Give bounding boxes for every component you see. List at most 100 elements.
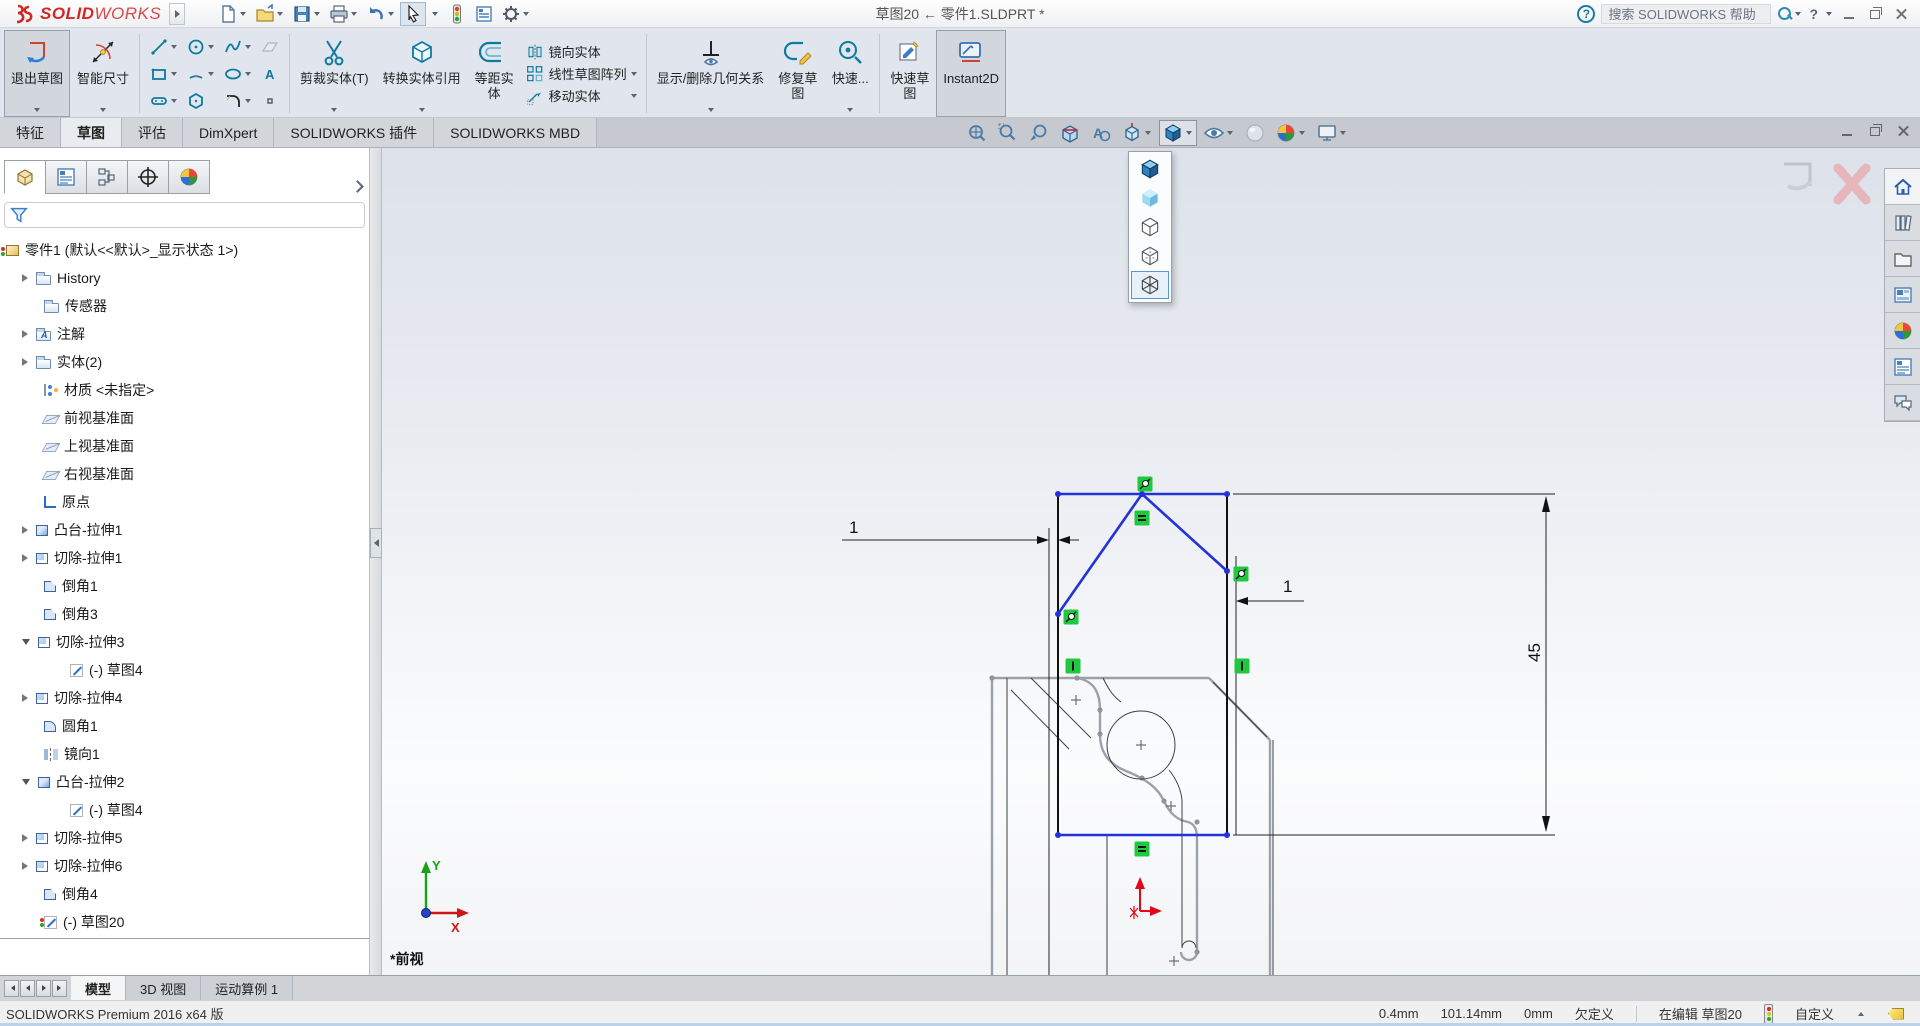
apply-scene-button[interactable] <box>1272 120 1310 146</box>
doc-minimize-button[interactable] <box>1838 123 1858 139</box>
panel-collapse-button[interactable] <box>370 528 382 558</box>
instant2d-button[interactable]: Instant2D <box>936 30 1006 117</box>
relation-tangent-icon[interactable] <box>1063 609 1079 625</box>
view-settings-button[interactable] <box>1313 120 1351 146</box>
taskpane-design-library-tab[interactable] <box>1885 205 1920 241</box>
tree-item-sketch4[interactable]: (-) 草图4 <box>0 656 369 684</box>
display-style-button[interactable] <box>1159 120 1197 146</box>
tab-featuremanager[interactable] <box>4 160 46 194</box>
tree-root-part[interactable]: 零件1 (默认<<默认>_显示状态 1>) <box>0 236 369 264</box>
zoom-to-fit-button[interactable] <box>963 120 991 146</box>
line-tool[interactable] <box>147 34 182 60</box>
last-tab-button[interactable] <box>52 979 67 997</box>
taskpane-custom-properties-tab[interactable] <box>1885 349 1920 385</box>
tab-mbd[interactable]: SOLIDWORKS MBD <box>434 118 598 147</box>
expand-arrow-icon[interactable] <box>22 274 28 282</box>
save-button[interactable] <box>289 2 325 26</box>
menu-flyout-button[interactable] <box>169 2 186 25</box>
units-selector[interactable]: 自定义 <box>1795 1004 1834 1023</box>
tree-item-material[interactable]: 材质 <未指定> <box>0 376 369 404</box>
text-tool[interactable] <box>258 61 282 87</box>
tree-item-history[interactable]: History <box>0 264 369 292</box>
search-input[interactable]: 搜索 SOLIDWORKS 帮助 <box>1601 3 1772 24</box>
circle-tool[interactable] <box>184 34 219 60</box>
restore-button[interactable] <box>1866 6 1886 22</box>
taskpane-home-tab[interactable] <box>1885 169 1920 205</box>
tree-item-solid-bodies[interactable]: 实体(2) <box>0 348 369 376</box>
mirror-entities-button[interactable]: 镜向实体 <box>525 42 639 62</box>
tree-item-sensors[interactable]: 传感器 <box>0 292 369 320</box>
tree-item-cut-extrude6[interactable]: 切除-拉伸6 <box>0 852 369 880</box>
tab-addins[interactable]: SOLIDWORKS 插件 <box>274 118 435 147</box>
close-button[interactable] <box>1892 6 1912 22</box>
rectangle-tool[interactable] <box>147 61 182 87</box>
sketch-fillet-tool[interactable] <box>221 88 256 114</box>
new-document-button[interactable] <box>215 2 251 26</box>
relation-vertical-icon[interactable] <box>1065 658 1081 674</box>
quick-snaps-button[interactable]: 快速... <box>824 30 876 117</box>
tree-item-mirror1[interactable]: 镜向1 <box>0 740 369 768</box>
tree-item-cut-extrude3[interactable]: 切除-拉伸3 <box>0 628 369 656</box>
tab-displaymanager[interactable] <box>168 160 210 194</box>
tab-configurationmanager[interactable] <box>86 160 128 194</box>
ellipse-tool[interactable] <box>221 61 256 87</box>
tab-features[interactable]: 特征 <box>0 118 61 147</box>
prev-tab-button[interactable] <box>20 979 35 997</box>
expand-arrow-icon[interactable] <box>22 330 28 338</box>
display-style-wireframe[interactable] <box>1131 271 1169 299</box>
tree-item-cut-extrude5[interactable]: 切除-拉伸5 <box>0 824 369 852</box>
expand-arrow-icon[interactable] <box>22 554 28 562</box>
plane-tool[interactable] <box>258 34 282 60</box>
tab-3d-views[interactable]: 3D 视图 <box>126 976 202 1000</box>
polygon-tool[interactable] <box>184 88 219 114</box>
taskpane-forum-tab[interactable] <box>1885 385 1920 421</box>
smart-dimension-button[interactable]: 智能尺寸 <box>70 30 136 117</box>
dimension-height-45[interactable]: 45 <box>1525 496 1550 832</box>
rapid-sketch-button[interactable]: 快速草 图 <box>883 30 936 117</box>
display-style-hidden-lines-removed[interactable] <box>1131 213 1169 241</box>
edit-appearance-button[interactable] <box>1241 120 1269 146</box>
next-tab-button[interactable] <box>36 979 51 997</box>
repair-sketch-button[interactable]: 修复草 图 <box>771 30 824 117</box>
expand-arrow-icon[interactable] <box>22 862 28 870</box>
help-caret-icon[interactable] <box>1826 11 1832 16</box>
tree-item-chamfer1[interactable]: 倒角1 <box>0 572 369 600</box>
tree-item-boss-extrude2[interactable]: 凸台-拉伸2 <box>0 768 369 796</box>
confirmation-corner[interactable] <box>1776 156 1876 212</box>
relation-equal-icon[interactable] <box>1134 510 1150 526</box>
relation-tangent-icon[interactable] <box>1137 476 1153 492</box>
print-button[interactable] <box>326 2 362 26</box>
panel-splitter[interactable] <box>370 148 382 975</box>
hide-annotations-button[interactable] <box>1087 120 1115 146</box>
display-delete-relations-button[interactable]: 显示/删除几何关系 <box>650 30 772 117</box>
tab-motion-study[interactable]: 运动算例 1 <box>201 976 294 1000</box>
relation-equal-icon[interactable] <box>1134 841 1150 857</box>
hide-show-items-button[interactable] <box>1200 120 1238 146</box>
taskpane-file-explorer-tab[interactable] <box>1885 241 1920 277</box>
tree-item-annotations[interactable]: 注解 <box>0 320 369 348</box>
taskpane-appearances-tab[interactable] <box>1885 313 1920 349</box>
select-options-caret[interactable] <box>427 2 443 26</box>
point-tool[interactable] <box>258 88 282 114</box>
tree-filter[interactable] <box>4 202 365 228</box>
dimension-left-1[interactable]: 1 <box>842 518 1079 544</box>
exit-sketch-button[interactable]: 退出草图 <box>4 30 71 117</box>
relation-vertical-icon[interactable] <box>1234 658 1250 674</box>
expand-arrow-icon[interactable] <box>22 358 28 366</box>
sketch-lines-blue[interactable] <box>1056 492 1228 837</box>
help-circle-icon[interactable]: ? <box>1577 4 1596 23</box>
select-cursor-button[interactable] <box>400 1 427 26</box>
linear-pattern-button[interactable]: 线性草图阵列 <box>525 64 639 84</box>
settings-gear-button[interactable] <box>498 2 534 26</box>
minimize-button[interactable] <box>1840 6 1860 22</box>
panel-expand-chevron-icon[interactable] <box>349 180 363 194</box>
tree-item-cut-extrude4[interactable]: 切除-拉伸4 <box>0 684 369 712</box>
tree-item-chamfer4[interactable]: 倒角4 <box>0 880 369 908</box>
tree-item-sketch4b[interactable]: (-) 草图4 <box>0 796 369 824</box>
tree-item-origin[interactable]: 原点 <box>0 488 369 516</box>
options-traffic-light-button[interactable] <box>444 2 470 26</box>
convert-entities-button[interactable]: 转换实体引用 <box>376 30 468 117</box>
zoom-to-area-button[interactable] <box>994 120 1022 146</box>
help-menu-button[interactable]: ? <box>1809 6 1818 22</box>
tree-item-boss-extrude1[interactable]: 凸台-拉伸1 <box>0 516 369 544</box>
